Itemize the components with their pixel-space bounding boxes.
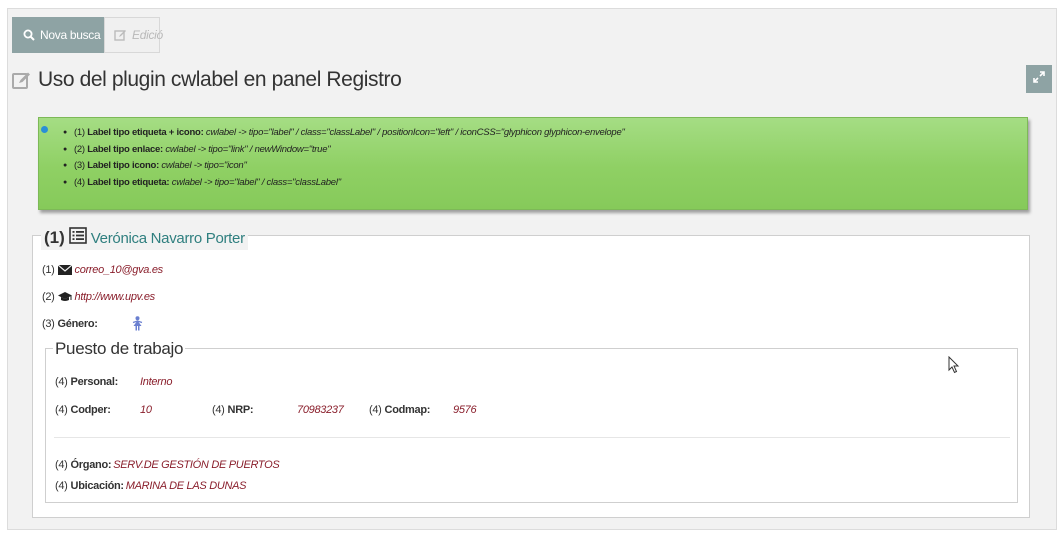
list-icon [68,227,87,249]
female-icon [132,316,143,331]
codper-prefix: (4) [55,404,68,416]
edit-button[interactable]: Edició [104,17,163,53]
info-alert: (1) Label tipo etiqueta + icono: cwlabel… [38,117,1028,210]
codper-value: 10 [140,404,152,416]
info-item: (2) Label tipo enlace: cwlabel -> tipo="… [63,142,625,159]
nrp-value: 70983237 [297,404,344,416]
page-header: Uso del plugin cwlabel en panel Registro [12,66,402,94]
record-name: Verónica Navarro Porter [90,229,245,247]
web-row: (2) http://www.upv.es [42,291,155,303]
email-row: (1) correo_10@gva.es [42,264,163,276]
web-link[interactable]: http://www.upv.es [75,291,156,303]
graduation-cap-icon [57,292,72,302]
ubicacion-value: MARINA DE LAS DUNAS [125,480,247,492]
codmap-value-wrap: 9576 [453,404,477,416]
divider [54,437,1010,438]
codmap-value: 9576 [453,404,477,416]
edit-icon [12,71,32,89]
codper-label: Codper: [70,404,111,416]
info-icon [41,126,48,133]
info-item: (3) Label tipo icono: cwlabel -> tipo="i… [63,158,625,175]
personal-value: Interno [140,376,173,388]
email-prefix: (1) [42,264,55,276]
record-legend-number: (1) [44,228,65,247]
ubicacion-row: (4) Ubicación: MARINA DE LAS DUNAS [55,480,247,492]
gender-row: (3) Género: [42,316,143,331]
nrp-prefix: (4) [212,404,225,416]
organo-row: (4) Órgano: SERV.DE GESTIÓN DE PUERTOS [55,459,280,471]
search-icon [23,29,35,41]
ubicacion-label: Ubicación: [70,480,125,492]
personal-value-wrap: Interno [140,376,172,388]
expand-icon [1033,70,1045,88]
job-legend: Puesto de trabajo [53,339,186,359]
nrp-value-wrap: 70983237 [297,404,344,416]
mouse-cursor-icon [948,355,960,379]
edit-label: Edició [132,28,163,42]
page-title: Uso del plugin cwlabel en panel Registro [38,68,402,91]
info-item: (4) Label tipo etiqueta: cwlabel -> tipo… [63,175,625,192]
codmap-label: Codmap: [384,404,431,416]
codper-row: (4) Codper: [55,404,111,416]
expand-button[interactable] [1026,65,1052,93]
codmap-row: (4) Codmap: [369,404,430,416]
new-search-label: Nova busca [40,28,101,42]
nrp-label: NRP: [227,404,254,416]
new-search-button[interactable]: Nova busca [12,17,104,53]
envelope-icon [57,265,72,275]
nrp-row: (4) NRP: [212,404,254,416]
edit-icon [114,29,127,41]
gender-label: Género: [57,317,98,330]
personal-prefix: (4) [55,376,68,388]
personal-label: Personal: [70,376,119,388]
ubicacion-prefix: (4) [55,480,68,492]
codmap-prefix: (4) [369,404,382,416]
gender-prefix: (3) [42,317,55,330]
web-prefix: (2) [42,291,55,303]
toolbar: Nova busca Edició [12,17,163,53]
info-list: (1) Label tipo etiqueta + icono: cwlabel… [63,125,625,191]
organo-prefix: (4) [55,459,68,471]
organo-label: Órgano: [70,459,112,471]
email-link[interactable]: correo_10@gva.es [75,264,164,276]
record-legend: (1) Verónica Navarro Porter [41,226,248,250]
codper-value-wrap: 10 [140,404,152,416]
personal-row: (4) Personal: [55,376,118,388]
info-item: (1) Label tipo etiqueta + icono: cwlabel… [63,125,625,142]
organo-value: SERV.DE GESTIÓN DE PUERTOS [113,459,280,471]
